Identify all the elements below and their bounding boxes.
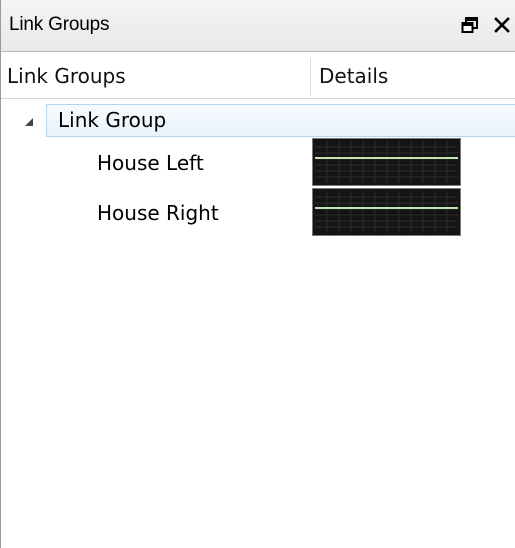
meter-graphic-icon (315, 141, 458, 183)
float-window-icon[interactable] (459, 13, 481, 37)
meter-preview-house-left[interactable] (312, 138, 461, 186)
column-separator[interactable] (310, 58, 311, 96)
meter-preview-house-right[interactable] (312, 188, 461, 236)
panel-title: Link Groups (9, 14, 110, 35)
tree-item-house-right[interactable]: House Right (97, 201, 219, 225)
link-groups-panel: Link Groups Link Groups Details Link Gro… (0, 0, 515, 548)
meter-graphic-icon (315, 191, 458, 233)
column-header-link-groups[interactable]: Link Groups (7, 64, 126, 88)
column-header-row: Link Groups Details (1, 52, 515, 99)
close-icon[interactable] (491, 13, 513, 37)
title-buttons (459, 13, 513, 37)
tree-group-label: Link Group (58, 108, 167, 132)
expand-triangle-icon[interactable] (23, 113, 35, 126)
tree-item-house-left[interactable]: House Left (97, 151, 204, 175)
panel-title-bar[interactable]: Link Groups (1, 0, 515, 52)
column-header-details[interactable]: Details (319, 64, 388, 88)
